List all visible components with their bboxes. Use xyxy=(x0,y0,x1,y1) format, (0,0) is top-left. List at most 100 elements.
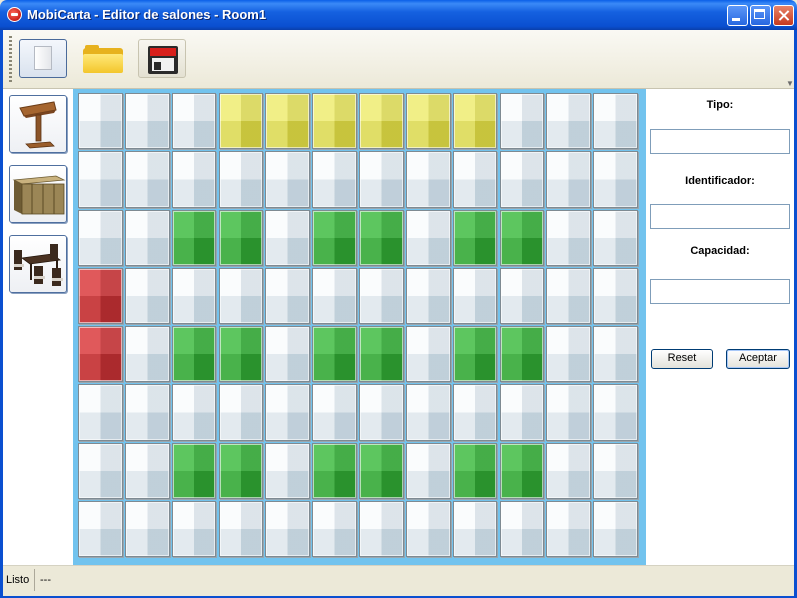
grid-cell[interactable] xyxy=(546,442,592,499)
grid-cell-green[interactable] xyxy=(452,326,498,383)
grid-cell[interactable] xyxy=(452,151,498,208)
grid-cell[interactable] xyxy=(171,267,217,324)
grid-cell[interactable] xyxy=(546,326,592,383)
grid-cell[interactable] xyxy=(499,267,545,324)
grid-cell[interactable] xyxy=(546,384,592,441)
capacidad-input[interactable] xyxy=(650,279,790,304)
reset-button[interactable]: Reset xyxy=(651,349,713,369)
grid-cell[interactable] xyxy=(218,267,264,324)
grid-cell[interactable] xyxy=(78,442,123,499)
grid-cell-green[interactable] xyxy=(218,326,264,383)
grid-cell[interactable] xyxy=(452,384,498,441)
grid-cell[interactable] xyxy=(124,93,170,150)
grid-cell-green[interactable] xyxy=(171,209,217,266)
grid-cell-green[interactable] xyxy=(499,209,545,266)
grid-cell[interactable] xyxy=(78,500,123,557)
grid-cell[interactable] xyxy=(405,209,451,266)
toolbar-grip[interactable] xyxy=(9,36,12,82)
grid-cell-yellow[interactable] xyxy=(218,93,264,150)
grid-cell[interactable] xyxy=(78,209,123,266)
grid-cell[interactable] xyxy=(499,384,545,441)
grid-cell[interactable] xyxy=(499,93,545,150)
lectern-button[interactable] xyxy=(9,95,67,153)
minimize-button[interactable] xyxy=(727,5,748,26)
grid-cell-green[interactable] xyxy=(452,442,498,499)
grid-cell[interactable] xyxy=(171,93,217,150)
grid-cell[interactable] xyxy=(593,151,638,208)
grid-cell[interactable] xyxy=(171,500,217,557)
grid-cell[interactable] xyxy=(265,500,311,557)
grid-cell[interactable] xyxy=(265,384,311,441)
grid-cell-red[interactable] xyxy=(78,267,123,324)
grid-cell[interactable] xyxy=(499,500,545,557)
grid-cell[interactable] xyxy=(78,384,123,441)
grid-cell-yellow[interactable] xyxy=(452,93,498,150)
open-button[interactable] xyxy=(79,39,127,78)
grid-cell[interactable] xyxy=(405,326,451,383)
grid-cell[interactable] xyxy=(546,267,592,324)
grid-cell[interactable] xyxy=(265,326,311,383)
grid-cell[interactable] xyxy=(452,267,498,324)
room-canvas[interactable] xyxy=(73,89,646,565)
grid-cell[interactable] xyxy=(171,384,217,441)
grid-cell[interactable] xyxy=(265,267,311,324)
title-bar[interactable]: MobiCarta - Editor de salones - Room1 xyxy=(0,0,797,30)
grid-cell[interactable] xyxy=(312,500,357,557)
grid-cell[interactable] xyxy=(593,93,638,150)
grid-cell[interactable] xyxy=(124,326,170,383)
toolbar-overflow-icon[interactable]: ▼ xyxy=(786,79,794,88)
bar-counter-button[interactable] xyxy=(9,165,67,223)
grid-cell[interactable] xyxy=(359,384,404,441)
grid-cell-green[interactable] xyxy=(359,442,404,499)
maximize-button[interactable] xyxy=(750,5,771,26)
grid-cell[interactable] xyxy=(405,500,451,557)
grid-cell[interactable] xyxy=(405,442,451,499)
grid-cell[interactable] xyxy=(546,93,592,150)
accept-button[interactable]: Aceptar xyxy=(726,349,790,369)
grid-cell[interactable] xyxy=(405,267,451,324)
grid-cell-yellow[interactable] xyxy=(265,93,311,150)
grid-cell-yellow[interactable] xyxy=(405,93,451,150)
grid-cell-green[interactable] xyxy=(499,326,545,383)
grid-cell[interactable] xyxy=(593,267,638,324)
grid-cell[interactable] xyxy=(124,384,170,441)
grid-cell-yellow[interactable] xyxy=(359,93,404,150)
grid-cell-green[interactable] xyxy=(359,326,404,383)
grid-cell[interactable] xyxy=(359,500,404,557)
grid-cell[interactable] xyxy=(171,151,217,208)
grid-cell[interactable] xyxy=(265,209,311,266)
close-button[interactable] xyxy=(773,5,794,26)
grid-cell[interactable] xyxy=(78,151,123,208)
grid-cell-green[interactable] xyxy=(312,209,357,266)
grid-cell[interactable] xyxy=(593,209,638,266)
grid-cell[interactable] xyxy=(405,151,451,208)
grid-cell[interactable] xyxy=(405,384,451,441)
grid-cell[interactable] xyxy=(312,384,357,441)
grid-cell[interactable] xyxy=(218,151,264,208)
grid-cell[interactable] xyxy=(359,151,404,208)
grid-cell[interactable] xyxy=(546,209,592,266)
grid-cell[interactable] xyxy=(124,209,170,266)
grid-cell[interactable] xyxy=(593,384,638,441)
grid-cell[interactable] xyxy=(312,267,357,324)
save-button[interactable] xyxy=(138,39,186,78)
grid-cell[interactable] xyxy=(265,151,311,208)
grid-cell-green[interactable] xyxy=(359,209,404,266)
grid-cell-red[interactable] xyxy=(78,326,123,383)
app-icon[interactable] xyxy=(7,7,22,22)
grid-cell-green[interactable] xyxy=(218,209,264,266)
grid-cell-green[interactable] xyxy=(499,442,545,499)
tipo-input[interactable] xyxy=(650,129,790,154)
grid-cell[interactable] xyxy=(546,151,592,208)
grid-cell[interactable] xyxy=(593,500,638,557)
grid-cell-green[interactable] xyxy=(312,326,357,383)
identificador-input[interactable] xyxy=(650,204,790,229)
grid-cell[interactable] xyxy=(218,384,264,441)
grid-cell-green[interactable] xyxy=(312,442,357,499)
grid-cell-green[interactable] xyxy=(171,442,217,499)
grid-cell[interactable] xyxy=(499,151,545,208)
grid-cell[interactable] xyxy=(124,267,170,324)
grid-cell[interactable] xyxy=(546,500,592,557)
grid-cell-yellow[interactable] xyxy=(312,93,357,150)
grid-cell[interactable] xyxy=(452,500,498,557)
